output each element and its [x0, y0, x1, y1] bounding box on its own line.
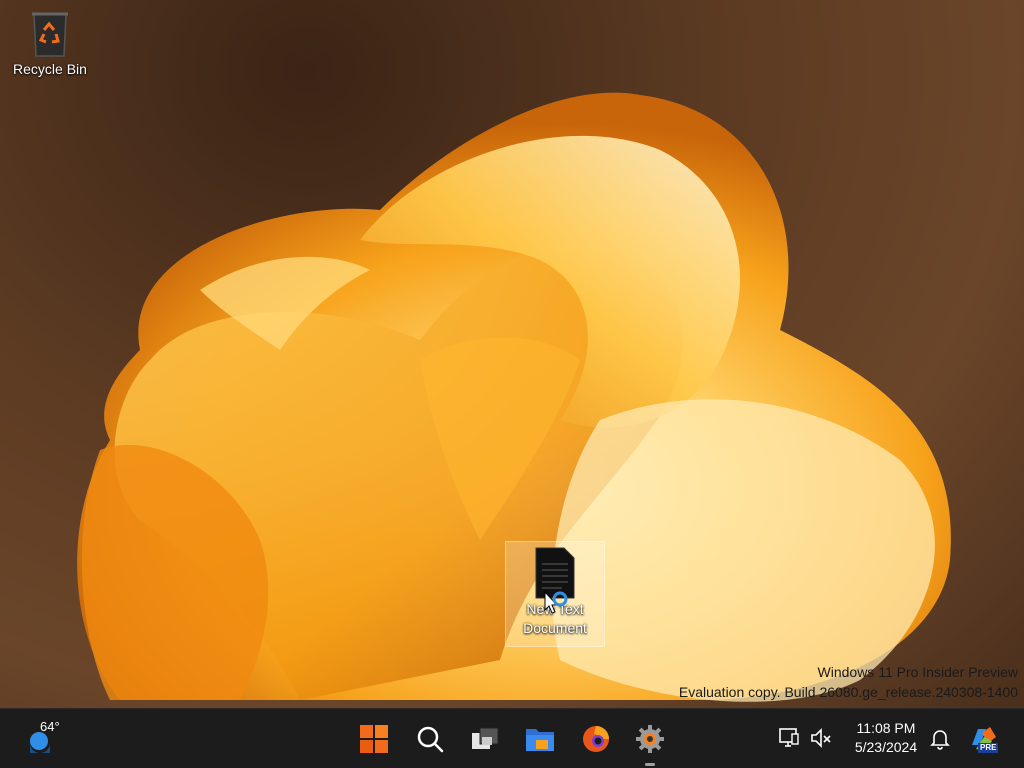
copilot-button[interactable]: PRE — [968, 723, 1000, 755]
settings-button[interactable] — [630, 719, 670, 759]
recycle-bin-shortcut[interactable]: Recycle Bin — [6, 8, 94, 79]
watermark-line-2: Evaluation copy. Build 26080.ge_release.… — [678, 684, 1018, 700]
evaluation-watermark: Windows 11 Pro Insider Preview Evaluatio… — [679, 662, 1018, 702]
bell-icon[interactable] — [928, 726, 952, 750]
weather-icon — [27, 732, 51, 757]
weather-widget[interactable]: 64° — [22, 717, 72, 761]
network-disconnected-icon[interactable] — [777, 726, 801, 750]
system-clock[interactable]: 11:08 PM 5/23/2024 — [846, 719, 926, 757]
clock-time: 11:08 PM — [856, 720, 916, 736]
folder-icon — [526, 729, 554, 751]
edge-icon — [583, 726, 609, 752]
search-icon — [417, 726, 444, 753]
desktop[interactable]: Recycle Bin New Text Document Windows 11… — [0, 0, 1024, 708]
task-view-icon — [472, 727, 499, 749]
edge-button[interactable] — [576, 719, 616, 759]
clock-date: 5/23/2024 — [854, 739, 918, 755]
watermark-line-1: Windows 11 Pro Insider Preview — [817, 664, 1018, 680]
busy-cursor-icon — [544, 590, 568, 614]
weather-temperature: 64° — [40, 719, 60, 734]
start-button[interactable] — [354, 719, 394, 759]
search-button[interactable] — [410, 719, 450, 759]
preview-badge: PRE — [978, 743, 999, 753]
recycle-bin-icon — [32, 12, 68, 57]
gear-icon — [636, 725, 664, 753]
file-explorer-button[interactable] — [520, 719, 560, 759]
volume-muted-icon[interactable] — [809, 726, 833, 750]
taskbar: 64° 11:08 PM 5/23/2024 PRE — [0, 708, 1024, 768]
task-view-button[interactable] — [465, 719, 505, 759]
windows-logo-icon — [360, 725, 388, 753]
recycle-bin-label: Recycle Bin — [13, 61, 87, 77]
active-app-indicator — [645, 763, 655, 766]
